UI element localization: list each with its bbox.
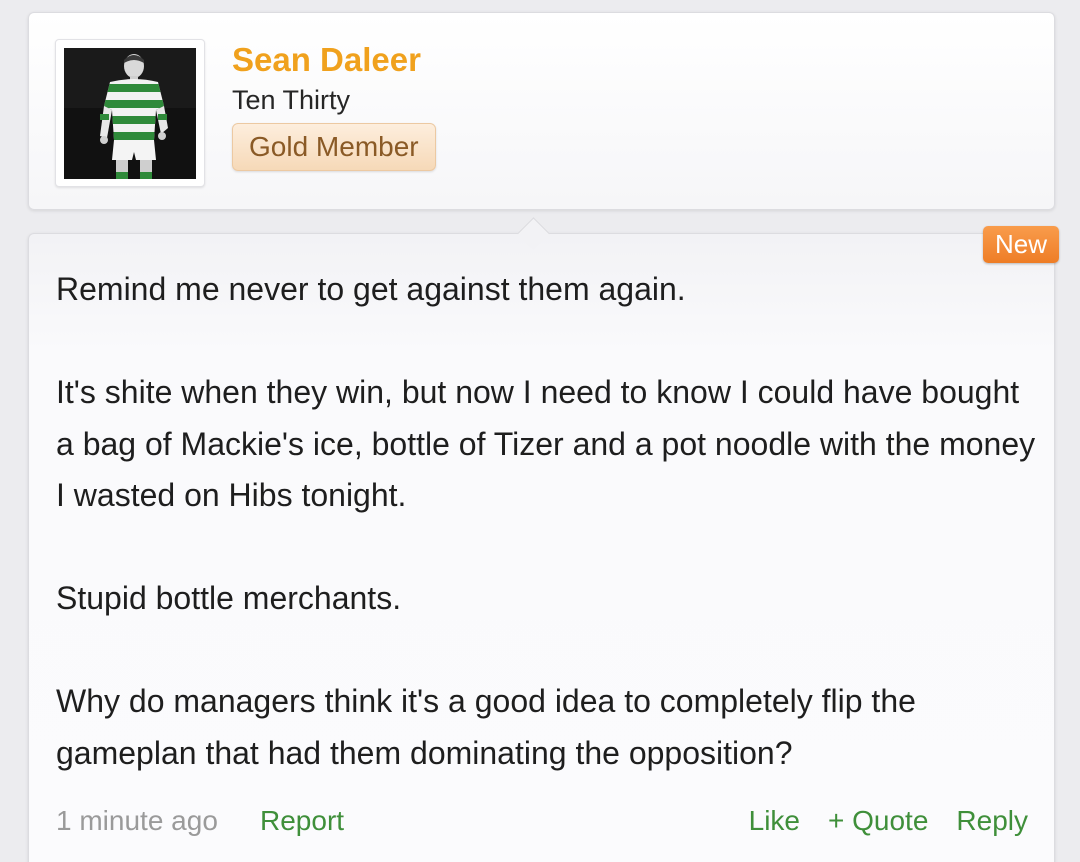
post-message: Remind me never to get against them agai… [56,264,1036,779]
new-badge: New [983,226,1060,263]
reply-link[interactable]: Reply [956,801,1028,841]
report-link[interactable]: Report [260,801,344,841]
post-actions: Like + Quote Reply [749,801,1028,841]
post-timestamp[interactable]: 1 minute ago [56,801,218,841]
like-link[interactable]: Like [749,801,800,841]
avatar[interactable] [64,48,196,179]
quote-link[interactable]: + Quote [828,801,928,841]
message-paragraph: Why do managers think it's a good idea t… [56,683,916,771]
user-card: Sean Daleer Ten Thirty Gold Member [28,12,1055,210]
post-body: Remind me never to get against them agai… [28,217,1055,862]
speech-pointer [517,217,550,250]
username-link[interactable]: Sean Daleer [232,41,421,79]
forum-post-page: Sean Daleer Ten Thirty Gold Member Remin… [0,0,1080,862]
message-paragraph: It's shite when they win, but now I need… [56,374,1036,513]
avatar-frame[interactable] [55,39,205,187]
avatar-image [64,48,196,179]
user-title: Ten Thirty [232,85,351,115]
member-badge: Gold Member [232,123,436,171]
message-paragraph: Remind me never to get against them agai… [56,271,686,307]
message-paragraph: Stupid bottle merchants. [56,580,402,616]
post-footer: 1 minute ago Report Like + Quote Reply [56,801,1028,841]
